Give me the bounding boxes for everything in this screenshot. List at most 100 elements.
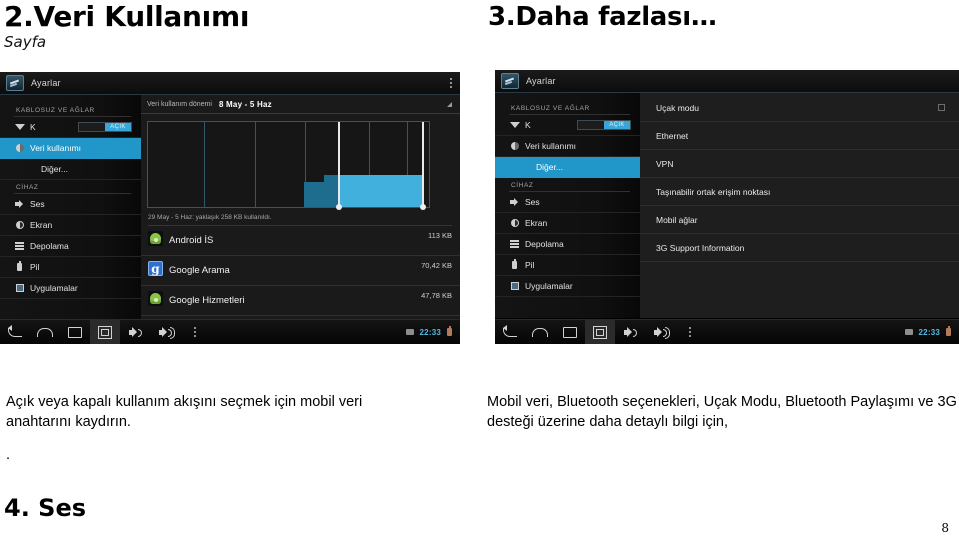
android-navigation-bar: 22:33 [0, 319, 460, 344]
sidebar-item-label: K [30, 122, 36, 132]
list-item-mobil-aglar[interactable]: Mobil ağlar [640, 206, 959, 234]
home-icon[interactable] [525, 320, 555, 344]
app-name: Google Hizmetleri [169, 295, 245, 306]
sidebar-item-label: Pil [30, 262, 40, 272]
sidebar-item-label: Ekran [30, 220, 53, 230]
display-icon [14, 221, 25, 229]
footer-section-title: 4. Ses [4, 494, 87, 522]
list-item-label: Uçak modu [656, 102, 699, 113]
sidebar-item-ses[interactable]: Ses [0, 194, 141, 215]
settings-sidebar: KABLOSUZ VE AĞLAR K AÇIK Veri kullanımı … [0, 95, 141, 320]
app-size: 70,42 KB [421, 261, 452, 270]
overflow-menu-icon[interactable] [450, 78, 452, 88]
sidebar-item-pil[interactable]: Pil [495, 255, 640, 276]
sidebar-item-diger[interactable]: Diğer... [0, 159, 141, 180]
data-usage-chart[interactable] [147, 121, 430, 210]
screenshot-more-settings: Ayarlar KABLOSUZ VE AĞLAR K AÇIK Veri ku… [495, 70, 959, 344]
toggle-off-track [578, 121, 604, 129]
sidebar-item-label: Veri kullanımı [525, 141, 577, 151]
sidebar-item-uygulamalar[interactable]: Uygulamalar [495, 276, 640, 297]
data-usage-icon [509, 142, 520, 150]
sidebar-item-ekran[interactable]: Ekran [0, 215, 141, 236]
list-item-label: Ethernet [656, 130, 689, 141]
sidebar-item-label: K [525, 120, 531, 130]
sidebar-item-label: Depolama [525, 239, 564, 249]
sidebar-item-diger[interactable]: Diğer... [495, 157, 640, 178]
settings-sidebar: KABLOSUZ VE AĞLAR K AÇIK Veri kullanımı … [495, 93, 640, 318]
sidebar-section-device: CİHAZ [16, 184, 39, 191]
table-row[interactable]: g Google Arama 70,42 KB [141, 256, 460, 286]
chevron-down-icon[interactable] [447, 101, 452, 107]
battery-icon [946, 326, 951, 336]
sidebar-item-wifi[interactable]: K AÇIK [495, 115, 640, 136]
android-navigation-bar: 22:33 [495, 319, 959, 344]
sidebar-item-veri-kullanimi[interactable]: Veri kullanımı [495, 136, 640, 157]
sidebar-item-label: Ses [525, 197, 540, 207]
battery-icon [14, 261, 25, 271]
airplane-mode-checkbox[interactable] [938, 104, 945, 111]
settings-icon [501, 73, 519, 89]
battery-icon [509, 259, 520, 269]
sidebar-item-wifi[interactable]: K AÇIK [0, 117, 141, 138]
sidebar-item-pil[interactable]: Pil [0, 257, 141, 278]
wifi-toggle[interactable]: AÇIK [78, 122, 132, 132]
back-icon[interactable] [0, 320, 30, 344]
caption-left: Açık veya kapalı kullanım akışını seçmek… [6, 393, 406, 466]
back-icon[interactable] [495, 320, 525, 344]
volume-up-icon[interactable] [150, 320, 180, 344]
home-icon[interactable] [30, 320, 60, 344]
chart-handle-end[interactable] [419, 122, 426, 210]
volume-up-icon[interactable] [645, 320, 675, 344]
list-item-vpn[interactable]: VPN [640, 150, 959, 178]
sidebar-item-label: Depolama [30, 241, 69, 251]
battery-icon [447, 326, 452, 336]
caption-left-text: Açık veya kapalı kullanım akışını seçmek… [6, 394, 363, 430]
sidebar-item-depolama[interactable]: Depolama [495, 234, 640, 255]
data-usage-period-selector[interactable]: Veri kullanım dönemi 8 May - 5 Haz [141, 95, 460, 114]
overflow-menu-icon[interactable] [675, 320, 705, 344]
usage-summary-text: 29 May - 5 Haz: yaklaşık 258 KB kullanıl… [148, 214, 452, 226]
android-icon [148, 291, 163, 306]
sidebar-item-veri-kullanimi[interactable]: Veri kullanımı [0, 138, 141, 159]
list-item-3g-support-information[interactable]: 3G Support Information [640, 234, 959, 262]
fullscreen-icon[interactable] [585, 320, 615, 344]
page-title-right: 3.Daha fazlası… [488, 2, 717, 32]
status-clock: 22:33 [419, 327, 441, 337]
list-item-label: Taşınabilir ortak erişim noktası [656, 186, 771, 197]
volume-down-icon[interactable] [615, 320, 645, 344]
sidebar-item-uygulamalar[interactable]: Uygulamalar [0, 278, 141, 299]
volume-down-icon[interactable] [120, 320, 150, 344]
toggle-on-label: AÇIK [604, 121, 630, 129]
sound-icon [509, 198, 520, 206]
caption-left-extra: . [6, 447, 11, 464]
chart-handle-start[interactable] [335, 122, 342, 210]
wifi-toggle[interactable]: AÇIK [577, 120, 631, 130]
recents-icon[interactable] [555, 320, 585, 344]
sidebar-item-ses[interactable]: Ses [495, 192, 640, 213]
sdcard-icon [904, 329, 913, 335]
sidebar-item-depolama[interactable]: Depolama [0, 236, 141, 257]
app-title: Ayarlar [526, 76, 556, 86]
data-usage-icon [14, 144, 25, 152]
display-icon [509, 219, 520, 227]
chart-gridline [204, 122, 206, 207]
sidebar-item-label: Uygulamalar [525, 281, 573, 291]
sidebar-item-ekran[interactable]: Ekran [495, 213, 640, 234]
more-settings-list: Uçak modu Ethernet VPN Taşınabilir ortak… [640, 93, 959, 318]
app-size: 113 KB [427, 231, 452, 240]
list-item-ucak-modu[interactable]: Uçak modu [640, 94, 959, 122]
storage-icon [509, 240, 520, 248]
page-number: 8 [941, 521, 949, 535]
table-row[interactable]: Android İS 113 KB [141, 226, 460, 256]
recents-icon[interactable] [60, 320, 90, 344]
list-item-label: Mobil ağlar [656, 214, 698, 225]
list-item-ethernet[interactable]: Ethernet [640, 122, 959, 150]
table-row[interactable]: Google Hizmetleri 47,78 KB [141, 286, 460, 316]
chart-area-selected [339, 174, 422, 207]
sidebar-section-device: CİHAZ [511, 182, 534, 189]
list-item-tasinabilir-ortak-erisim-noktasi[interactable]: Taşınabilir ortak erişim noktası [640, 178, 959, 206]
overflow-menu-icon[interactable] [180, 320, 210, 344]
settings-icon [6, 75, 24, 91]
fullscreen-icon[interactable] [90, 320, 120, 344]
sidebar-item-label: Uygulamalar [30, 283, 78, 293]
